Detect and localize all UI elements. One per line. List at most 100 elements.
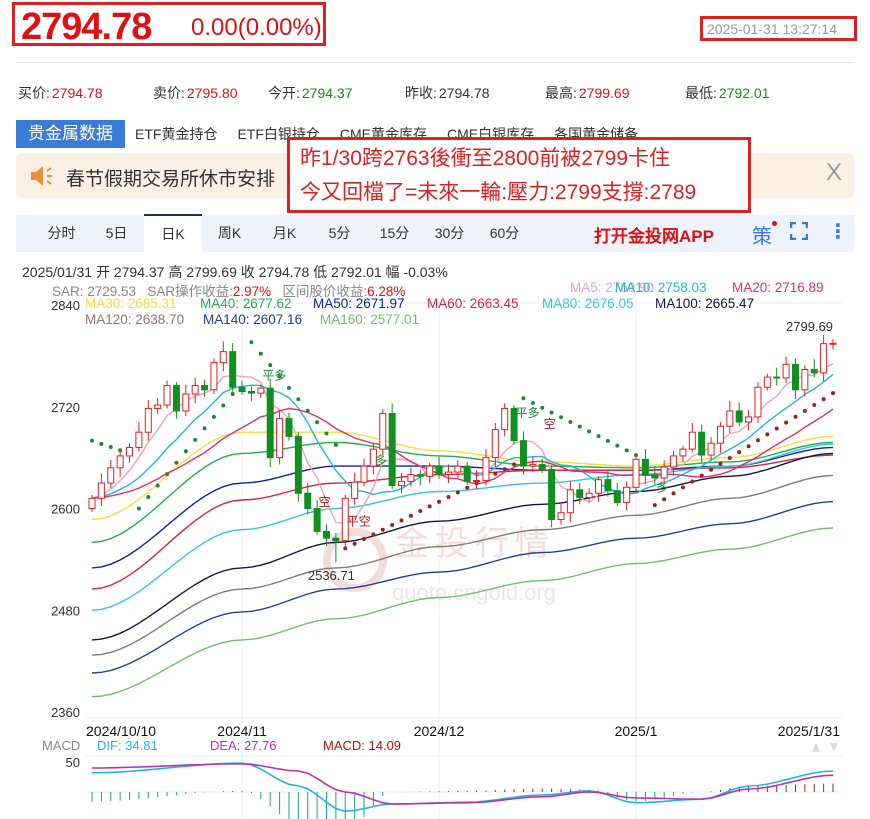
sar-dot <box>587 429 592 434</box>
candle-body <box>566 489 574 514</box>
sar-dot <box>755 438 760 443</box>
sar-dot <box>812 402 817 407</box>
dif-line <box>91 762 834 813</box>
sar-dot <box>493 471 498 476</box>
scroll-up-icon[interactable] <box>812 743 820 752</box>
candle-body <box>791 363 799 391</box>
candle-body <box>304 492 312 509</box>
sar-dot <box>352 541 357 546</box>
candle-body <box>641 458 649 476</box>
sar-dot <box>202 426 207 431</box>
sar-dot <box>362 537 367 542</box>
sar-dot <box>671 491 676 496</box>
candle-body <box>398 480 406 487</box>
dea-label: DEA: 27.76 <box>210 738 277 753</box>
sar-dot <box>765 432 770 437</box>
scroll-down-icon[interactable] <box>830 743 838 752</box>
candle-body <box>716 425 724 444</box>
ma-legend-item: MA10: 2758.03 <box>615 280 707 295</box>
sar-dot <box>371 532 376 537</box>
candle-body <box>501 407 509 431</box>
candle-body <box>688 431 696 450</box>
sar-signal: 空 <box>544 417 556 431</box>
candle-body <box>660 466 668 479</box>
candle-body <box>670 455 678 468</box>
sar-dot <box>624 448 629 453</box>
sar-dot <box>793 414 798 419</box>
candle-body <box>97 482 105 499</box>
candle-body <box>576 489 584 498</box>
extreme-label: 2799.69 <box>786 319 833 334</box>
x-axis-label: 2024/11 <box>217 723 267 739</box>
ma-line-ma120 <box>91 474 834 656</box>
ma-legend-item: MA100: 2665.47 <box>655 296 755 311</box>
x-axis-label: 2025/1/31 <box>778 723 840 739</box>
candle-body <box>538 463 546 470</box>
sar-dot <box>211 414 216 419</box>
candle-body <box>126 446 134 457</box>
candle-body <box>229 351 237 388</box>
kline-chart[interactable]: 金投行情quote.cngold.org28402720260024802360… <box>0 0 870 819</box>
candle-body <box>201 385 209 391</box>
sar-dot <box>549 410 554 415</box>
ma-legend-item: MA160: 2577.01 <box>320 312 420 327</box>
sar-dot <box>558 415 563 420</box>
sar-dot <box>784 420 789 425</box>
sar-dot <box>652 503 657 508</box>
candle-body <box>726 410 734 427</box>
sar-dot <box>90 438 94 443</box>
sar-dot <box>136 506 141 511</box>
sar-signal: 平多 <box>515 406 539 420</box>
sar-dot <box>615 443 620 448</box>
candle-body <box>698 431 706 456</box>
candle-body <box>745 416 753 423</box>
y-tick-label: 2600 <box>51 502 80 517</box>
sar-dot <box>699 473 704 478</box>
candle-body <box>604 479 612 492</box>
sar-dot <box>286 385 291 390</box>
candle-body <box>172 385 180 412</box>
candle-body <box>351 481 359 499</box>
candle-body <box>820 343 828 374</box>
sar-dot <box>324 431 329 436</box>
candle-body <box>773 376 781 379</box>
sar-dot <box>315 420 320 425</box>
candle-body <box>416 474 424 477</box>
sar-dot <box>408 513 413 518</box>
candle-body <box>810 368 818 374</box>
candle-body <box>313 508 321 532</box>
sar-dot <box>737 450 742 455</box>
candle-body <box>735 410 743 423</box>
candle-body <box>491 429 499 459</box>
sar-dot <box>465 485 470 490</box>
y-tick-label: 2480 <box>51 603 80 618</box>
candle-body <box>210 362 218 391</box>
sar-signal: 空 <box>318 495 330 509</box>
sar-dot <box>746 444 751 449</box>
sar-dot <box>155 483 160 488</box>
sar-dot <box>418 509 423 514</box>
candle-body <box>276 418 284 459</box>
ma-legend-item: MA30: 2685.31 <box>85 296 177 311</box>
candle-body <box>548 468 556 521</box>
ma-legend-item: MA60: 2663.45 <box>427 296 519 311</box>
sar-dot <box>221 403 226 408</box>
candle-body <box>707 442 715 456</box>
x-axis-label: 2024/12 <box>414 723 465 739</box>
macd-y-tick: 50 <box>66 755 80 770</box>
candle-body <box>444 471 452 476</box>
candle-body <box>801 368 809 391</box>
sar-dot <box>380 527 385 532</box>
ma-legend-item: MA20: 2716.89 <box>732 280 824 295</box>
candle-body <box>322 530 330 539</box>
sar-dot <box>446 495 451 500</box>
candle-body <box>632 458 640 488</box>
sar-signal: 平多 <box>262 369 286 383</box>
sar-dot <box>390 523 395 528</box>
sar-dot <box>268 363 273 368</box>
candle-body <box>473 480 481 483</box>
candle-body <box>107 467 115 484</box>
sar-dot <box>258 351 263 356</box>
sar-signal: 多 <box>375 453 387 467</box>
candle-body <box>163 385 171 406</box>
